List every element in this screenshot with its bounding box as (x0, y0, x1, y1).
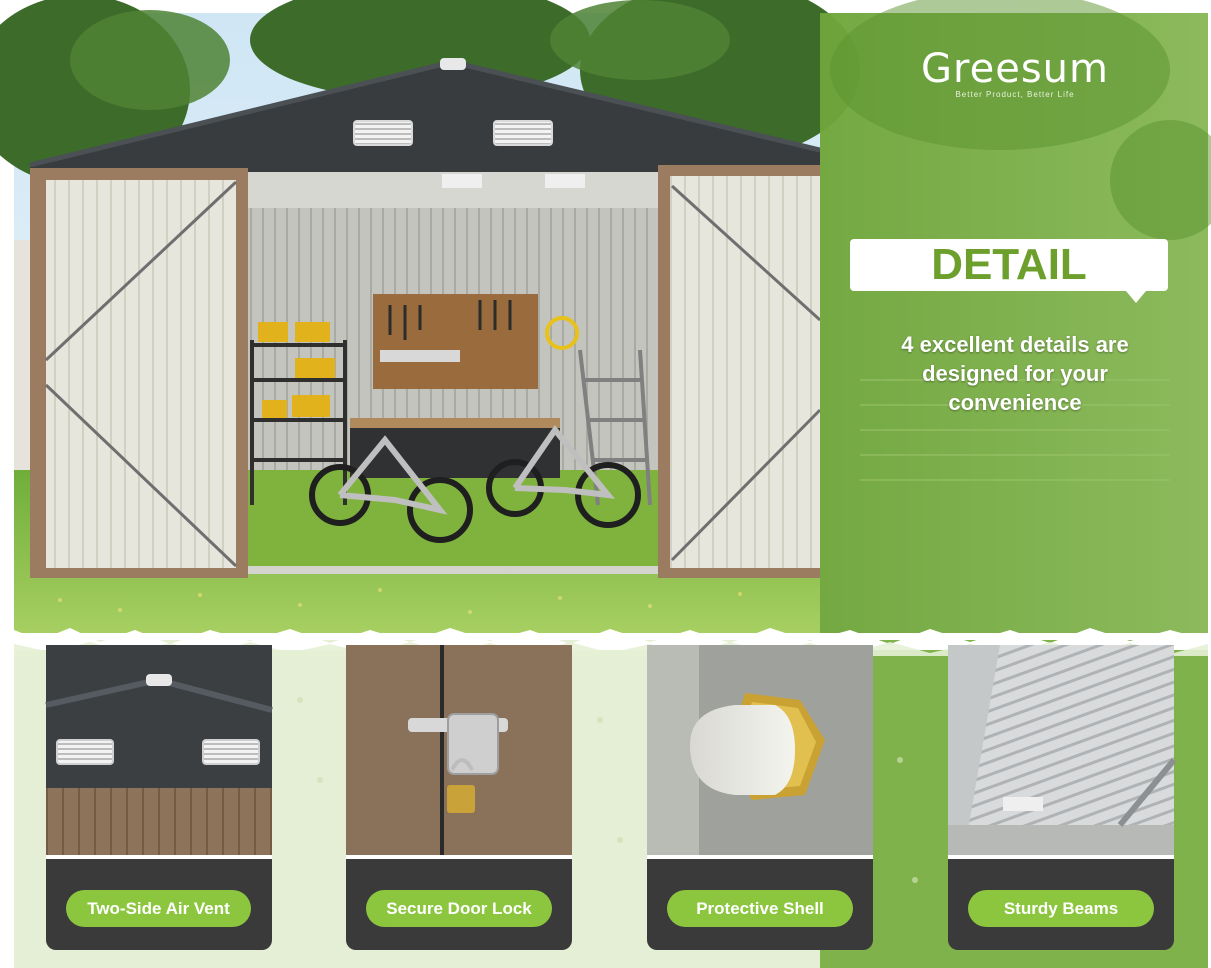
subtitle-line-2: designed for your (922, 361, 1108, 386)
subtitle-line-1: 4 excellent details are (901, 332, 1129, 357)
product-banner: Greesum Better Product, Better Life DETA… (0, 0, 1211, 968)
subtitle-line-3: convenience (948, 390, 1082, 415)
detail-heading: DETAIL (931, 240, 1087, 289)
feature-label-air-vent: Two-Side Air Vent (66, 890, 251, 927)
brand-logo: Greesum (921, 46, 1109, 92)
brand-tagline: Better Product, Better Life (955, 90, 1075, 99)
feature-label-sturdy-beams: Sturdy Beams (968, 890, 1154, 927)
shed-scene (0, 0, 1211, 968)
feature-label-door-lock: Secure Door Lock (366, 890, 552, 927)
detail-subtitle: 4 excellent details are designed for you… (860, 330, 1170, 417)
feature-label-protective-shell: Protective Shell (667, 890, 853, 927)
detail-heading-box: DETAIL (850, 239, 1168, 303)
